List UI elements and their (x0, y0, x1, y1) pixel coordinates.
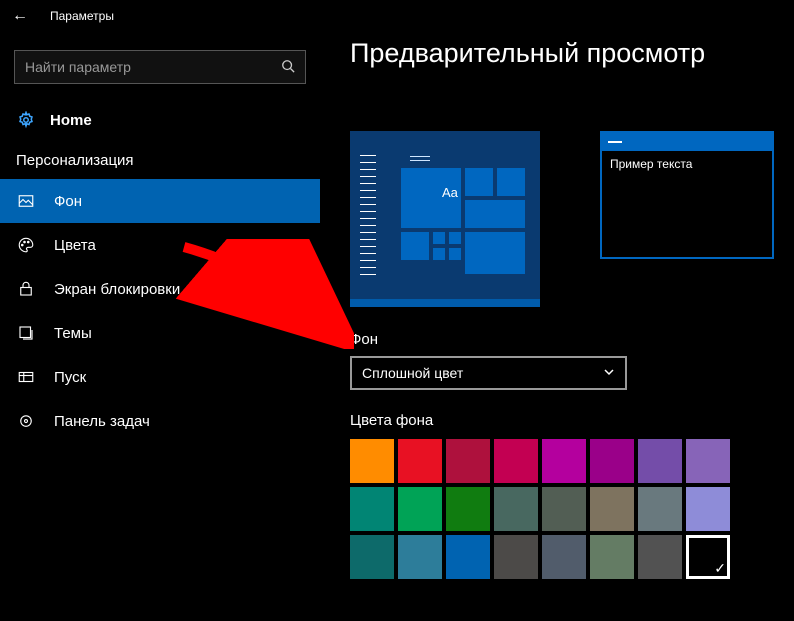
background-colors-label: Цвета фона (350, 412, 794, 429)
color-swatch[interactable] (398, 487, 442, 531)
search-placeholder: Найти параметр (25, 59, 281, 75)
color-swatch[interactable] (686, 439, 730, 483)
color-swatch[interactable] (542, 487, 586, 531)
sidebar-item-label: Темы (54, 325, 92, 342)
sample-text: Пример текста (602, 151, 772, 177)
chevron-down-icon (603, 365, 615, 381)
color-swatch[interactable] (542, 439, 586, 483)
background-label: Фон (350, 331, 794, 348)
back-icon[interactable]: ← (12, 7, 28, 25)
color-swatch[interactable] (494, 535, 538, 579)
main-panel: Предварительный просмотр Aa (320, 32, 794, 621)
home-label: Home (50, 112, 92, 129)
color-swatch[interactable] (638, 487, 682, 531)
search-input[interactable]: Найти параметр (14, 50, 306, 84)
color-swatch[interactable] (350, 439, 394, 483)
color-swatch[interactable] (494, 439, 538, 483)
color-swatch[interactable] (446, 487, 490, 531)
lock-icon (16, 279, 36, 299)
color-swatch[interactable] (686, 535, 730, 579)
color-swatch[interactable] (542, 535, 586, 579)
color-swatch[interactable] (590, 487, 634, 531)
sidebar-item-lockscreen[interactable]: Экран блокировки (0, 267, 320, 311)
page-title: Предварительный просмотр (350, 32, 794, 83)
palette-icon (16, 235, 36, 255)
sidebar: Найти параметр Home Персонализация Фон Ц… (0, 32, 320, 621)
dropdown-value: Сплошной цвет (362, 365, 463, 381)
color-swatch[interactable] (494, 487, 538, 531)
sidebar-item-label: Цвета (54, 237, 96, 254)
home-button[interactable]: Home (0, 102, 320, 146)
sidebar-item-colors[interactable]: Цвета (0, 223, 320, 267)
color-swatch[interactable] (398, 439, 442, 483)
color-swatch[interactable] (446, 439, 490, 483)
window-preview: Пример текста (600, 131, 774, 259)
sidebar-item-label: Пуск (54, 369, 86, 386)
window-title: Параметры (50, 9, 114, 23)
start-icon (16, 367, 36, 387)
color-swatch[interactable] (398, 535, 442, 579)
preview-area: Aa Пример текста (350, 131, 794, 307)
taskbar-gear-icon (16, 411, 36, 431)
color-swatch[interactable] (446, 535, 490, 579)
sidebar-item-themes[interactable]: Темы (0, 311, 320, 355)
color-swatch[interactable] (638, 439, 682, 483)
sidebar-item-label: Экран блокировки (54, 281, 180, 298)
desktop-preview: Aa (350, 131, 540, 307)
section-heading: Персонализация (0, 146, 320, 179)
themes-icon (16, 323, 36, 343)
picture-icon (16, 191, 36, 211)
titlebar: ← Параметры (0, 0, 794, 32)
sidebar-item-taskbar[interactable]: Панель задач (0, 399, 320, 443)
gear-icon (16, 110, 36, 130)
color-swatch[interactable] (638, 535, 682, 579)
color-swatch[interactable] (350, 487, 394, 531)
sidebar-item-label: Фон (54, 193, 82, 210)
color-swatch[interactable] (590, 535, 634, 579)
search-icon (281, 59, 295, 76)
sidebar-item-background[interactable]: Фон (0, 179, 320, 223)
color-swatch[interactable] (350, 535, 394, 579)
color-swatch[interactable] (590, 439, 634, 483)
sidebar-item-label: Панель задач (54, 413, 150, 430)
sidebar-item-start[interactable]: Пуск (0, 355, 320, 399)
color-swatches (350, 439, 794, 579)
color-swatch[interactable] (686, 487, 730, 531)
preview-tile-text: Aa (442, 185, 458, 200)
background-dropdown[interactable]: Сплошной цвет (350, 356, 627, 390)
